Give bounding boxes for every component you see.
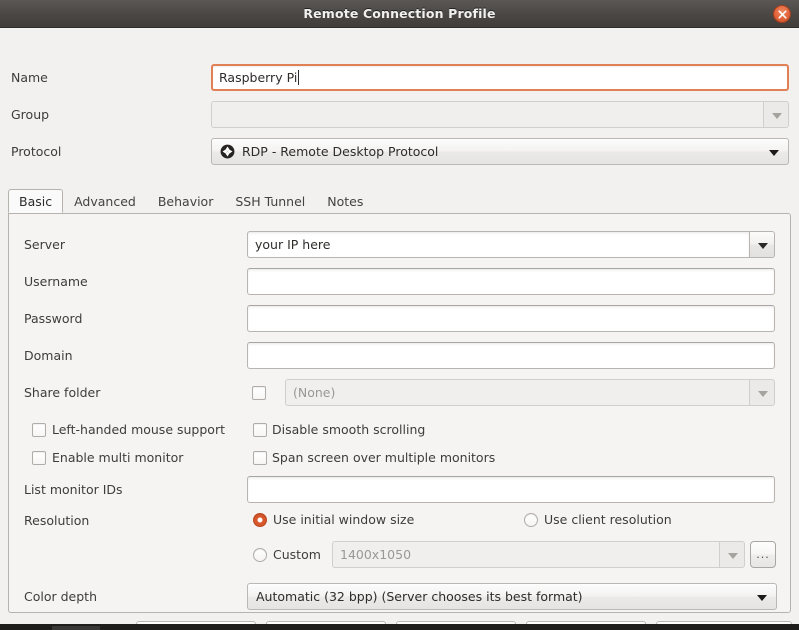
dialog-content: Name Raspberry Pi Group Protocol RDP - R… bbox=[0, 28, 799, 630]
share-folder-row: Share folder (None) bbox=[0, 379, 799, 409]
chevron-down-icon bbox=[769, 150, 779, 156]
name-label: Name bbox=[11, 70, 48, 85]
left-handed-mouse-checkbox[interactable] bbox=[32, 423, 46, 437]
tab-ssh-tunnel-label: SSH Tunnel bbox=[235, 194, 306, 209]
disable-smooth-scrolling-label[interactable]: Disable smooth scrolling bbox=[272, 422, 425, 438]
chevron-down-icon bbox=[758, 391, 768, 397]
resolution-custom-dropdown-button bbox=[719, 541, 745, 568]
group-label: Group bbox=[11, 107, 50, 122]
tab-bar: Basic Advanced Behavior SSH Tunnel Notes bbox=[0, 188, 799, 214]
list-monitor-ids-label: List monitor IDs bbox=[24, 482, 123, 497]
domain-input[interactable] bbox=[247, 342, 775, 369]
share-folder-combo: (None) bbox=[285, 379, 775, 406]
domain-row: Domain bbox=[0, 342, 799, 372]
left-handed-mouse-label[interactable]: Left-handed mouse support bbox=[52, 422, 225, 438]
enable-multi-monitor-label[interactable]: Enable multi monitor bbox=[52, 450, 183, 466]
resolution-custom-label[interactable]: Custom bbox=[273, 547, 321, 563]
protocol-combo-value: RDP - Remote Desktop Protocol bbox=[242, 144, 439, 159]
window-titlebar: Remote Connection Profile bbox=[0, 0, 799, 28]
tab-notes[interactable]: Notes bbox=[316, 189, 374, 213]
tab-notes-label: Notes bbox=[327, 194, 364, 209]
tab-basic-label: Basic bbox=[19, 194, 53, 209]
resolution-custom-row: Custom 1400x1050 ... bbox=[0, 541, 799, 571]
group-combo-value[interactable] bbox=[211, 101, 763, 128]
tab-ssh-tunnel[interactable]: SSH Tunnel bbox=[224, 189, 316, 213]
username-input[interactable] bbox=[247, 268, 775, 295]
resolution-browse-label: ... bbox=[756, 548, 770, 561]
rdp-protocol-icon bbox=[220, 144, 235, 159]
share-folder-dropdown-button bbox=[749, 379, 775, 406]
name-row: Name Raspberry Pi bbox=[0, 64, 799, 94]
server-row: Server your IP here bbox=[0, 231, 799, 261]
resolution-client-radio[interactable] bbox=[524, 513, 538, 527]
span-screen-label[interactable]: Span screen over multiple monitors bbox=[272, 450, 495, 466]
window-title: Remote Connection Profile bbox=[303, 6, 496, 21]
chevron-down-icon bbox=[772, 113, 782, 119]
password-label: Password bbox=[24, 311, 83, 326]
tab-behavior-label: Behavior bbox=[157, 194, 214, 209]
protocol-label: Protocol bbox=[11, 144, 62, 159]
username-label: Username bbox=[24, 274, 88, 289]
resolution-client-label[interactable]: Use client resolution bbox=[544, 512, 672, 528]
name-input[interactable]: Raspberry Pi bbox=[211, 64, 789, 91]
password-input[interactable] bbox=[247, 305, 775, 332]
span-screen-checkbox[interactable] bbox=[253, 451, 267, 465]
username-row: Username bbox=[0, 268, 799, 298]
share-folder-value: (None) bbox=[285, 379, 749, 406]
tab-advanced-label: Advanced bbox=[74, 194, 136, 209]
options-row-1: Left-handed mouse support Disable smooth… bbox=[0, 421, 799, 441]
chevron-down-icon bbox=[728, 553, 738, 559]
resolution-custom-radio[interactable] bbox=[253, 548, 267, 562]
desktop-edge-strip bbox=[0, 624, 799, 630]
resolution-browse-button[interactable]: ... bbox=[750, 541, 776, 568]
group-row: Group bbox=[0, 101, 799, 131]
list-monitor-ids-row: List monitor IDs bbox=[0, 476, 799, 506]
close-icon[interactable] bbox=[773, 5, 791, 23]
tab-advanced[interactable]: Advanced bbox=[63, 189, 147, 213]
protocol-row: Protocol RDP - Remote Desktop Protocol bbox=[0, 138, 799, 168]
server-combo[interactable]: your IP here bbox=[247, 231, 775, 258]
options-row-2: Enable multi monitor Span screen over mu… bbox=[0, 449, 799, 469]
color-depth-combo[interactable]: Automatic (32 bpp) (Server chooses its b… bbox=[247, 583, 777, 610]
text-caret bbox=[298, 70, 300, 85]
color-depth-label: Color depth bbox=[24, 589, 97, 604]
resolution-initial-window-label[interactable]: Use initial window size bbox=[273, 512, 414, 528]
chevron-down-icon bbox=[757, 595, 767, 601]
chevron-down-icon bbox=[758, 243, 768, 249]
color-depth-row: Color depth Automatic (32 bpp) (Server c… bbox=[0, 583, 799, 613]
share-folder-label: Share folder bbox=[24, 385, 101, 400]
name-input-value: Raspberry Pi bbox=[219, 70, 298, 85]
group-combo[interactable] bbox=[211, 101, 789, 128]
desktop-edge-accent bbox=[52, 626, 100, 630]
disable-smooth-scrolling-checkbox[interactable] bbox=[253, 423, 267, 437]
share-folder-checkbox[interactable] bbox=[252, 386, 266, 400]
enable-multi-monitor-checkbox[interactable] bbox=[32, 451, 46, 465]
domain-label: Domain bbox=[24, 348, 73, 363]
server-input[interactable]: your IP here bbox=[247, 231, 749, 258]
list-monitor-ids-input[interactable] bbox=[247, 476, 775, 503]
resolution-custom-combo: 1400x1050 bbox=[332, 541, 745, 568]
resolution-row: Resolution Use initial window size Use c… bbox=[0, 512, 799, 532]
protocol-combo[interactable]: RDP - Remote Desktop Protocol bbox=[211, 138, 789, 165]
tab-behavior[interactable]: Behavior bbox=[147, 189, 225, 213]
color-depth-value: Automatic (32 bpp) (Server chooses its b… bbox=[256, 589, 583, 604]
group-dropdown-button[interactable] bbox=[763, 101, 789, 128]
password-row: Password bbox=[0, 305, 799, 335]
resolution-label: Resolution bbox=[24, 513, 90, 528]
resolution-custom-value: 1400x1050 bbox=[332, 541, 719, 568]
tab-basic[interactable]: Basic bbox=[8, 189, 64, 213]
resolution-initial-window-radio[interactable] bbox=[253, 513, 267, 527]
server-dropdown-button[interactable] bbox=[749, 231, 775, 258]
server-label: Server bbox=[24, 237, 65, 252]
